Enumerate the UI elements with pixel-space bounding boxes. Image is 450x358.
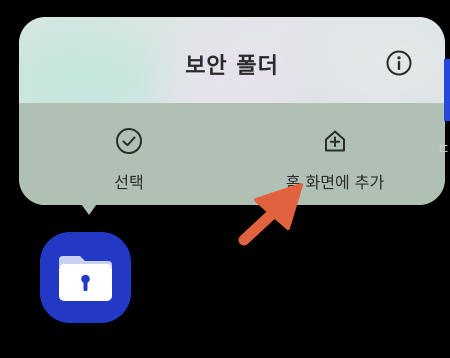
info-icon[interactable]	[386, 50, 412, 76]
popup-tail	[79, 201, 99, 215]
pointer-arrow-icon	[238, 183, 303, 246]
secure-folder-app-icon[interactable]	[40, 232, 131, 323]
popup-actions: 선택 홈 화면에 추가	[19, 103, 445, 205]
popup-title: 보안 폴더	[185, 54, 279, 79]
select-label: 선택	[114, 173, 144, 192]
add-home-icon	[325, 130, 345, 152]
edge-app-label: ㄷ	[437, 142, 450, 158]
popup-background: 보안 폴더 선택 홈 화면에 추가	[19, 17, 445, 205]
popup-header: 보안 폴더	[19, 17, 445, 103]
secure-folder-icon	[59, 256, 112, 301]
select-button[interactable]: 선택	[85, 103, 173, 205]
context-popup: 보안 폴더 선택 홈 화면에 추가	[19, 17, 445, 215]
edge-app-icon[interactable]	[444, 59, 450, 121]
check-circle-icon	[116, 128, 142, 154]
